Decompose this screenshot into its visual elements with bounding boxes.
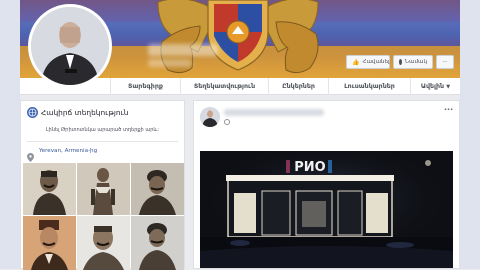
sign-neon-accent (286, 160, 290, 173)
photo-thumbnail[interactable] (77, 216, 130, 270)
more-options-label: ··· (442, 59, 448, 65)
profile-username-blurred (148, 59, 192, 67)
like-button[interactable]: 👍 Հավանել (346, 55, 390, 69)
window-left-border (0, 0, 20, 269)
intro-title: Հակիրճ տեղեկություն (41, 108, 129, 117)
person-photo (31, 7, 109, 85)
photo-thumbnail[interactable] (23, 216, 76, 270)
rio-sign-text: РИО (294, 160, 325, 175)
tab-label: Ընկերներ (282, 83, 315, 90)
location-link[interactable]: Yerevan, Armenia-ից (39, 148, 97, 154)
intro-description: Լինել Թրիտոտնկա արարած տղերքի արև: (45, 127, 160, 133)
more-options-button[interactable]: ··· (436, 55, 454, 69)
tab-photos[interactable]: Լուսանկարներ (328, 78, 410, 95)
photo-thumbnail[interactable] (131, 163, 184, 215)
photo-thumbnail[interactable] (77, 163, 130, 215)
profile-picture[interactable] (28, 4, 112, 88)
post-author-avatar[interactable] (200, 107, 220, 127)
divider (27, 141, 178, 142)
tab-timeline[interactable]: Տարեգիրք (110, 78, 180, 95)
messenger-icon (399, 59, 402, 65)
post-options-button[interactable]: ··· (444, 105, 453, 114)
photo-thumbnail[interactable] (131, 216, 184, 270)
public-globe-icon (224, 119, 230, 125)
profile-name-blurred (148, 44, 218, 56)
tab-label: Տեղեկատվություն (193, 83, 256, 90)
night-building-photo: РИО (200, 151, 453, 268)
tab-label: Ավելին (420, 83, 445, 90)
photo-thumbnail[interactable] (23, 163, 76, 215)
tab-label: Տարեգիրք (128, 83, 163, 90)
thumbs-up-icon: 👍 (352, 58, 360, 66)
intro-card: Հակիրճ տեղեկություն Լինել Թրիտոտնկա արար… (20, 100, 185, 270)
tab-label: Լուսանկարներ (344, 83, 395, 90)
post-image[interactable]: РИО (200, 151, 453, 268)
like-button-label: Հավանել (362, 59, 390, 65)
window-right-border (460, 0, 480, 269)
chevron-down-icon: ▼ (446, 84, 451, 90)
message-button-label: Նամակ (404, 59, 427, 65)
tab-more[interactable]: Ավելին ▼ (410, 78, 460, 95)
message-button[interactable]: Նամակ (393, 55, 433, 69)
post-author-name-blurred (224, 109, 324, 116)
tab-friends[interactable]: Ընկերներ (268, 78, 328, 95)
post-card: ··· РИО (193, 100, 460, 269)
tab-about[interactable]: Տեղեկատվություն (180, 78, 268, 95)
globe-icon (27, 107, 38, 118)
sign-neon-accent (328, 160, 332, 173)
